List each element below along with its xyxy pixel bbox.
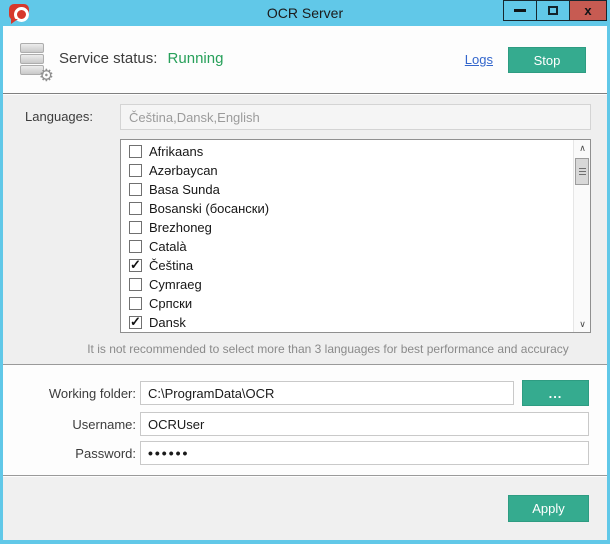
list-item[interactable]: Bosanski (босански) (121, 199, 590, 218)
service-status-label: Service status: (59, 50, 157, 67)
close-button[interactable]: x (569, 0, 607, 21)
language-label: Cymraeg (149, 277, 202, 292)
list-item[interactable]: Brezhoneg (121, 218, 590, 237)
language-label: Brezhoneg (149, 220, 212, 235)
password-label: Password: (3, 446, 136, 461)
checkbox[interactable]: ✓ (129, 316, 142, 329)
scrollbar-thumb[interactable] (575, 158, 589, 185)
checkbox[interactable] (129, 221, 142, 234)
list-item[interactable]: Basa Sunda (121, 180, 590, 199)
checkmark-icon: ✓ (130, 257, 141, 273)
ocr-server-window: OCR Server x ⚙ Service status: R (0, 0, 610, 544)
maximize-icon (548, 6, 558, 15)
service-status-section: ⚙ Service status: Running Logs Stop (3, 26, 607, 94)
list-item[interactable]: Català (121, 237, 590, 256)
window-content: ⚙ Service status: Running Logs Stop Lang… (3, 26, 607, 540)
list-item[interactable]: Afrikaans (121, 142, 590, 161)
list-item[interactable]: Српски (121, 294, 590, 313)
checkbox[interactable] (129, 183, 142, 196)
service-status-value: Running (168, 50, 224, 67)
list-item[interactable]: ✓ Čeština (121, 256, 590, 275)
language-list[interactable]: Afrikaans Azərbaycan Basa Sunda Bosanski… (120, 139, 591, 333)
minimize-icon (514, 9, 526, 12)
language-label: Čeština (149, 258, 193, 273)
language-label: Dansk (149, 315, 186, 330)
language-label: Basa Sunda (149, 182, 220, 197)
service-database-icon: ⚙ (18, 43, 54, 81)
maximize-button[interactable] (536, 0, 570, 21)
settings-section: Working folder: ... Username: Password: (3, 366, 607, 476)
language-label: Afrikaans (149, 144, 203, 159)
language-label: Bosanski (босански) (149, 201, 269, 216)
scrollbar-down-icon[interactable]: ∨ (574, 316, 591, 332)
list-item[interactable]: Deutsch (121, 332, 590, 333)
scrollbar[interactable]: ∧ ∨ (573, 140, 590, 332)
service-status-line: Service status: Running (59, 50, 223, 67)
close-icon: x (584, 4, 591, 17)
username-input[interactable] (140, 412, 589, 436)
working-folder-input[interactable] (140, 381, 514, 405)
browse-button[interactable]: ... (522, 380, 589, 406)
list-item[interactable]: ✓ Dansk (121, 313, 590, 332)
gear-icon: ⚙ (39, 67, 54, 84)
checkbox[interactable]: ✓ (129, 259, 142, 272)
checkbox[interactable] (129, 297, 142, 310)
password-input[interactable] (140, 441, 589, 465)
checkbox[interactable] (129, 202, 142, 215)
languages-section: Languages: Afrikaans Azərbaycan Basa Sun… (3, 95, 607, 365)
scrollbar-grip-icon (579, 168, 586, 175)
apply-button[interactable]: Apply (508, 495, 589, 522)
languages-label: Languages: (3, 109, 93, 124)
window-controls: x (504, 0, 607, 21)
language-label: Српски (149, 296, 192, 311)
username-label: Username: (3, 417, 136, 432)
stop-button[interactable]: Stop (508, 47, 586, 73)
minimize-button[interactable] (503, 0, 537, 21)
scrollbar-up-icon[interactable]: ∧ (574, 140, 591, 156)
logs-link[interactable]: Logs (465, 52, 493, 67)
list-item[interactable]: Azərbaycan (121, 161, 590, 180)
checkbox[interactable] (129, 145, 142, 158)
checkbox[interactable] (129, 240, 142, 253)
checkbox[interactable] (129, 278, 142, 291)
footer-section: Apply (3, 477, 607, 540)
list-item[interactable]: Cymraeg (121, 275, 590, 294)
selected-languages-field (120, 104, 591, 130)
working-folder-label: Working folder: (3, 386, 136, 401)
languages-note: It is not recommended to select more tha… (63, 342, 593, 356)
language-label: Català (149, 239, 187, 254)
checkmark-icon: ✓ (130, 314, 141, 330)
language-label: Azərbaycan (149, 163, 218, 178)
checkbox[interactable] (129, 164, 142, 177)
title-bar: OCR Server x (0, 0, 610, 26)
